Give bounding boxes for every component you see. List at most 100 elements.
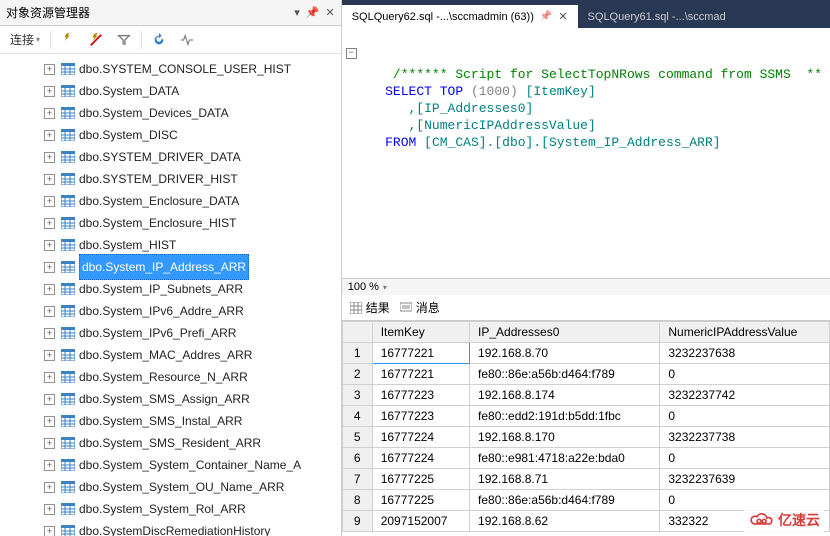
expand-icon[interactable]: + <box>44 284 55 295</box>
expand-icon[interactable]: + <box>44 416 55 427</box>
column-header[interactable] <box>342 322 372 343</box>
table-cell[interactable]: 16777221 <box>372 364 469 385</box>
table-cell[interactable]: 7 <box>342 469 372 490</box>
table-cell[interactable]: 16777221 <box>372 343 469 364</box>
expand-icon[interactable]: + <box>44 328 55 339</box>
table-cell[interactable]: 192.168.8.70 <box>470 343 660 364</box>
table-cell[interactable]: 2 <box>342 364 372 385</box>
table-cell[interactable]: 8 <box>342 490 372 511</box>
expand-icon[interactable]: + <box>44 262 55 273</box>
tree-item[interactable]: +dbo.System_Enclosure_HIST <box>4 212 341 234</box>
tree-item[interactable]: +dbo.System_IPv6_Prefi_ARR <box>4 322 341 344</box>
table-row[interactable]: 116777221192.168.8.703232237638 <box>342 343 829 364</box>
tree-item[interactable]: +dbo.System_Devices_DATA <box>4 102 341 124</box>
results-grid[interactable]: ItemKeyIP_Addresses0NumericIPAddressValu… <box>342 321 830 536</box>
table-cell[interactable]: 3232237638 <box>660 343 830 364</box>
tree-item[interactable]: +dbo.System_IP_Address_ARR <box>4 256 341 278</box>
expand-icon[interactable]: + <box>44 152 55 163</box>
tree-item[interactable]: +dbo.System_System_Container_Name_A <box>4 454 341 476</box>
table-cell[interactable]: 192.168.8.170 <box>470 427 660 448</box>
table-row[interactable]: 216777221fe80::86e:a56b:d464:f7890 <box>342 364 829 385</box>
expand-icon[interactable]: + <box>44 372 55 383</box>
sql-editor[interactable]: − /****** Script for SelectTopNRows comm… <box>342 28 830 278</box>
zoom-level[interactable]: 100 % <box>348 281 379 293</box>
expand-icon[interactable]: + <box>44 394 55 405</box>
tree-item[interactable]: +dbo.System_Resource_N_ARR <box>4 366 341 388</box>
table-row[interactable]: 416777223fe80::edd2:191d:b5dd:1fbc0 <box>342 406 829 427</box>
table-cell[interactable]: 192.168.8.71 <box>470 469 660 490</box>
table-cell[interactable]: 192.168.8.62 <box>470 511 660 532</box>
tree-item[interactable]: +dbo.System_MAC_Addres_ARR <box>4 344 341 366</box>
tree-item[interactable]: +dbo.System_SMS_Resident_ARR <box>4 432 341 454</box>
tree-item[interactable]: +dbo.SYSTEM_DRIVER_HIST <box>4 168 341 190</box>
table-cell[interactable]: 0 <box>660 448 830 469</box>
filter-button[interactable] <box>113 31 135 49</box>
table-cell[interactable]: 2097152007 <box>372 511 469 532</box>
table-row[interactable]: 716777225192.168.8.713232237639 <box>342 469 829 490</box>
expand-icon[interactable]: + <box>44 306 55 317</box>
table-cell[interactable]: fe80::edd2:191d:b5dd:1fbc <box>470 406 660 427</box>
tree-item[interactable]: +dbo.SystemDiscRemediationHistory <box>4 520 341 536</box>
expand-icon[interactable]: + <box>44 64 55 75</box>
tree-item[interactable]: +dbo.System_System_Rol_ARR <box>4 498 341 520</box>
pin-icon[interactable]: 📌 <box>306 6 320 19</box>
tree-item[interactable]: +dbo.System_HIST <box>4 234 341 256</box>
tree-item[interactable]: +dbo.SYSTEM_DRIVER_DATA <box>4 146 341 168</box>
table-cell[interactable]: 4 <box>342 406 372 427</box>
tree-item[interactable]: +dbo.System_Enclosure_DATA <box>4 190 341 212</box>
tab-messages[interactable]: 消息 <box>400 299 440 316</box>
column-header[interactable]: IP_Addresses0 <box>470 322 660 343</box>
refresh-button[interactable] <box>148 31 170 49</box>
column-header[interactable]: ItemKey <box>372 322 469 343</box>
table-cell[interactable]: 6 <box>342 448 372 469</box>
table-cell[interactable]: fe80::86e:a56b:d464:f789 <box>470 364 660 385</box>
expand-icon[interactable]: + <box>44 108 55 119</box>
tree-item[interactable]: +dbo.SYSTEM_CONSOLE_USER_HIST <box>4 58 341 80</box>
table-cell[interactable]: 16777224 <box>372 427 469 448</box>
table-cell[interactable]: 3232237742 <box>660 385 830 406</box>
document-tab[interactable]: SQLQuery61.sql -...\sccmad <box>578 6 736 28</box>
expand-icon[interactable]: + <box>44 350 55 361</box>
table-cell[interactable]: 3232237738 <box>660 427 830 448</box>
expand-icon[interactable]: + <box>44 482 55 493</box>
expand-icon[interactable]: + <box>44 438 55 449</box>
table-cell[interactable]: fe80::e981:4718:a22e:bda0 <box>470 448 660 469</box>
expand-icon[interactable]: + <box>44 174 55 185</box>
expand-icon[interactable]: + <box>44 240 55 251</box>
table-cell[interactable]: 16777223 <box>372 406 469 427</box>
outline-collapse-icon[interactable]: − <box>346 48 357 59</box>
close-icon[interactable]: ✕ <box>558 10 567 23</box>
table-row[interactable]: 316777223192.168.8.1743232237742 <box>342 385 829 406</box>
disconnect-button[interactable] <box>85 31 107 49</box>
table-cell[interactable]: 5 <box>342 427 372 448</box>
table-row[interactable]: 616777224fe80::e981:4718:a22e:bda00 <box>342 448 829 469</box>
table-cell[interactable]: 16777224 <box>372 448 469 469</box>
expand-icon[interactable]: + <box>44 526 55 536</box>
table-cell[interactable]: fe80::86e:a56b:d464:f789 <box>470 490 660 511</box>
expand-icon[interactable]: + <box>44 86 55 97</box>
tree-item[interactable]: +dbo.System_IPv6_Addre_ARR <box>4 300 341 322</box>
tree-item[interactable]: +dbo.System_IP_Subnets_ARR <box>4 278 341 300</box>
table-cell[interactable]: 1 <box>342 343 372 364</box>
activity-button[interactable] <box>176 31 198 49</box>
document-tab[interactable]: SQLQuery62.sql -...\sccmadmin (63))📌✕ <box>342 5 578 28</box>
expand-icon[interactable]: + <box>44 504 55 515</box>
column-header[interactable]: NumericIPAddressValue <box>660 322 830 343</box>
connect-server-button[interactable] <box>57 31 79 49</box>
tree-item[interactable]: +dbo.System_SMS_Instal_ARR <box>4 410 341 432</box>
table-cell[interactable]: 9 <box>342 511 372 532</box>
chevron-down-icon[interactable]: ▾ <box>383 283 387 292</box>
tree-item[interactable]: +dbo.System_DATA <box>4 80 341 102</box>
tree-item[interactable]: +dbo.System_System_OU_Name_ARR <box>4 476 341 498</box>
table-cell[interactable]: 192.168.8.174 <box>470 385 660 406</box>
expand-icon[interactable]: + <box>44 460 55 471</box>
table-cell[interactable]: 0 <box>660 406 830 427</box>
expand-icon[interactable]: + <box>44 130 55 141</box>
table-row[interactable]: 516777224192.168.8.1703232237738 <box>342 427 829 448</box>
connect-button[interactable]: 连接 ▾ <box>6 29 44 50</box>
table-cell[interactable]: 0 <box>660 364 830 385</box>
close-icon[interactable]: ✕ <box>325 6 334 19</box>
pin-icon[interactable]: 📌 <box>540 11 552 22</box>
table-cell[interactable]: 16777223 <box>372 385 469 406</box>
expand-icon[interactable]: + <box>44 218 55 229</box>
